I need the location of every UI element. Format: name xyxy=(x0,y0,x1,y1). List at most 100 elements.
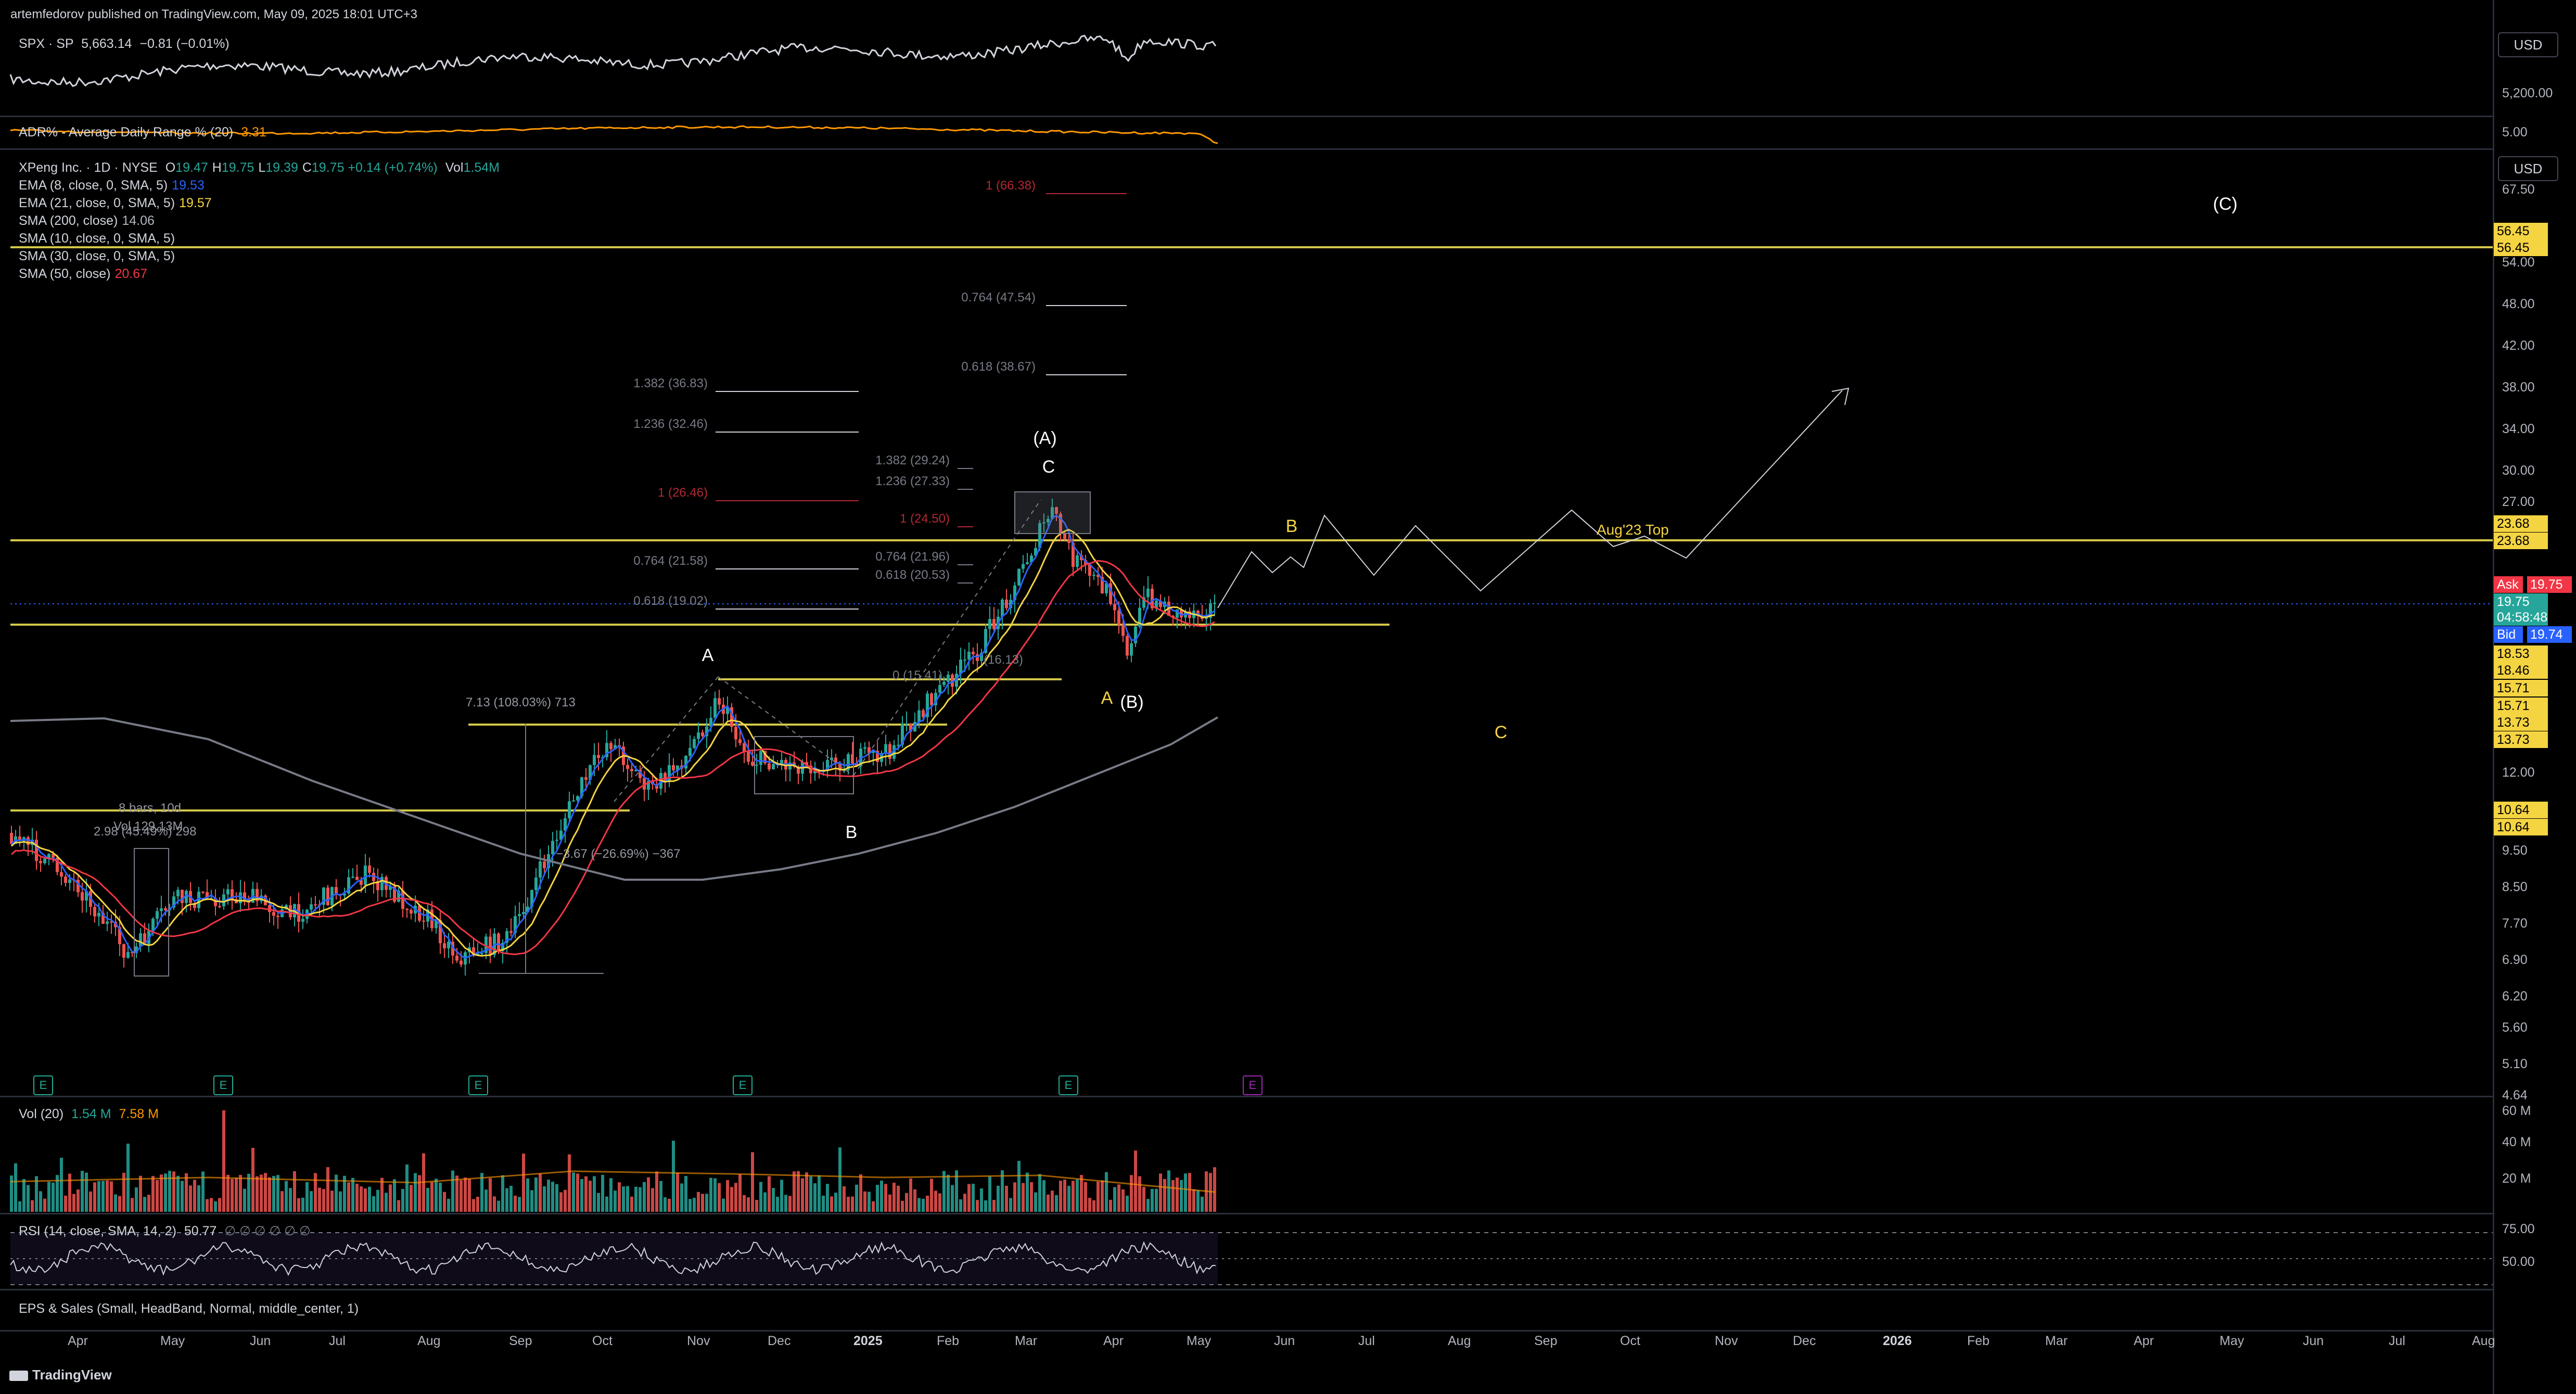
earnings-marker[interactable]: E xyxy=(33,1075,53,1095)
earnings-marker[interactable]: E xyxy=(733,1075,753,1095)
measure-label: Vol 129.13M xyxy=(113,819,183,833)
candle-body xyxy=(1067,539,1070,543)
volume-bar xyxy=(210,1198,213,1212)
chart-canvas[interactable]: 1 (66.38) 0.764 (47.54) 0.618 (38.67) 1.382… xyxy=(0,0,2576,1394)
volume-bar xyxy=(568,1154,571,1212)
currency-button-main[interactable]: USD xyxy=(2498,156,2558,181)
volume-bar xyxy=(206,1199,209,1212)
rsi-scale-tick: 50.00 xyxy=(2502,1254,2535,1269)
volume-bar xyxy=(318,1187,321,1212)
volume-bar xyxy=(484,1189,488,1212)
volume-bar xyxy=(559,1192,563,1212)
candle-body xyxy=(522,912,525,914)
price-scale-tick: 67.50 xyxy=(2502,182,2535,197)
volume-bar xyxy=(1059,1181,1062,1212)
brand-name: TradingView xyxy=(32,1367,112,1383)
volume-bar xyxy=(1151,1189,1154,1212)
candle-body xyxy=(768,763,771,769)
volume-bar xyxy=(226,1174,229,1212)
candle-body xyxy=(830,757,833,760)
volume-bar xyxy=(1167,1170,1170,1212)
volume-bar xyxy=(951,1185,954,1212)
vol-key: Vol xyxy=(445,160,464,175)
candle-body xyxy=(713,698,717,718)
volume-bar xyxy=(126,1144,130,1212)
candle-body xyxy=(276,916,279,917)
volume-bar xyxy=(314,1173,317,1212)
volume-scale-tick: 20 M xyxy=(2502,1171,2531,1186)
candle-body xyxy=(684,755,687,769)
volume-bar xyxy=(892,1183,896,1212)
tradingview-logo[interactable]: TradingView xyxy=(9,1367,112,1383)
candle-body xyxy=(697,732,700,739)
volume-bar xyxy=(43,1198,46,1212)
pane-divider[interactable] xyxy=(0,116,2493,117)
study-legend-item[interactable]: SMA (50, close) 20.67 xyxy=(19,267,147,282)
volume-bar xyxy=(1184,1173,1187,1212)
volume-bar xyxy=(967,1184,971,1212)
volume-bar xyxy=(639,1187,642,1212)
volume-bar xyxy=(734,1183,737,1212)
volume-bar xyxy=(1180,1180,1183,1212)
pane-divider[interactable] xyxy=(0,1289,2493,1290)
candle-body xyxy=(917,710,921,723)
pane-divider[interactable] xyxy=(0,1330,2493,1332)
symbol-title[interactable]: XPeng Inc. · 1D · NYSE xyxy=(19,160,158,175)
volume-bar xyxy=(176,1175,180,1212)
volume-bar xyxy=(655,1171,658,1212)
time-axis-label: Feb xyxy=(937,1334,960,1348)
fib-label: 1 (66.38) xyxy=(986,179,1036,193)
candle-body xyxy=(126,952,130,958)
pane-divider[interactable] xyxy=(0,1096,2493,1097)
price-scale-tick: 4.64 xyxy=(2502,1088,2528,1102)
volume-bar xyxy=(676,1173,679,1212)
ohlc-item: H19.75 xyxy=(212,160,254,175)
volume-bar xyxy=(22,1178,25,1212)
volume-bar xyxy=(301,1197,304,1212)
earnings-marker[interactable]: E xyxy=(1243,1075,1263,1095)
fib-label: 0.764 (21.58) xyxy=(633,554,708,568)
volume-bar xyxy=(626,1186,629,1212)
volume-bar xyxy=(668,1198,671,1212)
volume-bar xyxy=(351,1177,354,1212)
study-legend-item[interactable]: SMA (10, close, 0, SMA, 5) xyxy=(19,231,179,246)
candle-body xyxy=(551,841,554,855)
volume-bar xyxy=(818,1175,821,1212)
earnings-marker[interactable]: E xyxy=(1059,1075,1078,1095)
earnings-marker[interactable]: E xyxy=(468,1075,488,1095)
main-legend: XPeng Inc. · 1D · NYSE O19.47 H19.75 L19.3… xyxy=(19,160,500,175)
volume-bar xyxy=(1047,1194,1050,1212)
pane-divider[interactable] xyxy=(0,1213,2493,1214)
volume-bar xyxy=(630,1196,633,1212)
volume-bar xyxy=(1042,1180,1045,1212)
candle-body xyxy=(60,872,63,877)
candle-body xyxy=(272,912,275,916)
volume-bar xyxy=(834,1193,837,1212)
earnings-marker[interactable]: E xyxy=(213,1075,233,1095)
currency-button-spx[interactable]: USD xyxy=(2498,32,2558,57)
volume-bar xyxy=(930,1178,933,1212)
study-legend-item[interactable]: EMA (21, close, 0, SMA, 5) 19.57 xyxy=(19,196,212,211)
volume-bar xyxy=(776,1197,779,1212)
study-legend-item[interactable]: EMA (8, close, 0, SMA, 5) 19.53 xyxy=(19,178,205,193)
pane-divider[interactable] xyxy=(0,148,2493,150)
price-tag: 15.71 xyxy=(2494,680,2548,696)
volume-bar xyxy=(376,1189,379,1212)
study-legend-item[interactable]: SMA (30, close, 0, SMA, 5) xyxy=(19,249,179,264)
vol-value: 1.54M xyxy=(463,160,500,175)
volume-bar xyxy=(797,1171,800,1212)
volume-bar xyxy=(1017,1161,1021,1212)
study-legend-item[interactable]: SMA (200, close) 14.06 xyxy=(19,213,155,229)
volume-bar xyxy=(693,1198,696,1212)
volume-bar xyxy=(664,1197,667,1212)
volume-bar xyxy=(160,1174,163,1212)
time-axis-label: May xyxy=(1187,1334,1212,1348)
candle-body xyxy=(905,723,908,725)
ask-tag: Ask xyxy=(2494,576,2523,593)
candle-body xyxy=(310,904,313,910)
candle-body xyxy=(568,801,571,818)
volume-bar xyxy=(472,1199,475,1212)
volume-bar xyxy=(135,1187,138,1212)
measure-label: 7.13 (108.03%) 713 xyxy=(466,695,576,709)
candle-body xyxy=(410,910,413,914)
